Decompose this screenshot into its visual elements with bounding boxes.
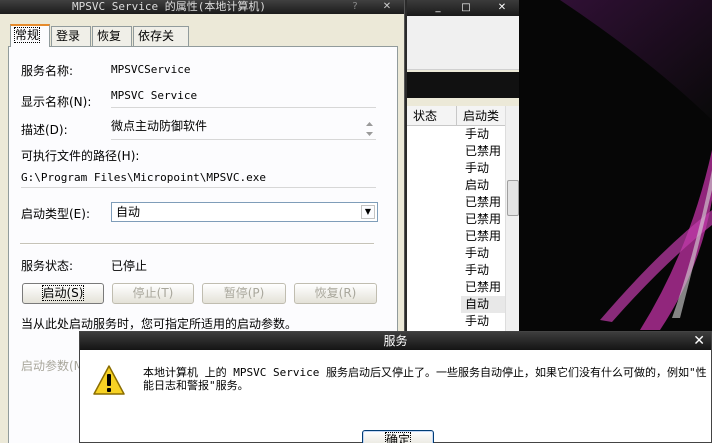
startup-type-select[interactable]: 自动 ▼ [111,202,378,222]
startup-type-label: 启动类型(E): [21,207,90,221]
message-box-body: 本地计算机 上的 MPSVC Service 服务启动后又停止了。一些服务自动停… [80,350,711,443]
column-header-startup-type[interactable]: 启动类 [457,106,507,126]
stop-button[interactable]: 停止(T) [112,283,194,304]
resume-button[interactable]: 恢复(R) [294,283,377,304]
service-name-label: 服务名称: [21,64,74,78]
exe-path-field: G:\Program Files\Micropoint\MPSVC.exe [21,168,376,188]
tab-label: 登录 [56,29,81,43]
services-header-strip [407,72,519,98]
dialog-title: MPSVC Service 的属性(本地计算机) [0,0,404,14]
tab-label: 常规 [13,27,41,43]
services-window: _ □ ✕ 状态 启动类 ▲ 手动 已禁用 手动 启动 已禁用 已禁用 已禁用 … [405,0,519,336]
resume-button-label: 恢复(R) [314,286,357,300]
display-name-label: 显示名称(N): [21,95,92,109]
list-item[interactable]: 手动 [461,313,507,330]
display-name-field[interactable]: MPSVC Service [111,88,376,108]
list-item[interactable]: 手动 [461,245,507,262]
chevron-down-icon[interactable]: ▼ [361,205,375,219]
tab-recovery[interactable]: 恢复 [92,26,132,46]
divider [20,243,374,245]
minimize-icon[interactable]: _ [429,1,447,15]
list-item[interactable]: 已禁用 [461,228,507,245]
pause-button-label: 暂停(P) [223,286,265,300]
start-params-hint: 当从此处启动服务时，您可指定所适用的启动参数。 [21,317,298,331]
service-name-value: MPSVCService [111,63,191,76]
warning-icon [93,365,125,395]
exe-path-value: G:\Program Files\Micropoint\MPSVC.exe [21,171,267,184]
description-label: 描述(D): [21,123,68,137]
ok-button-label: 确定 [384,432,412,443]
services-scrollbar[interactable] [505,106,519,336]
list-item[interactable]: 已禁用 [461,211,507,228]
close-icon[interactable]: ✕ [693,332,705,350]
tab-general[interactable]: 常规 [10,24,50,47]
list-item[interactable]: 已禁用 [461,143,507,160]
list-item[interactable]: 手动 [461,126,507,143]
close-icon[interactable]: ✕ [493,1,511,15]
message-box: 服务 ✕ 本地计算机 上的 MPSVC Service 服务启动后又停止了。一些… [79,331,712,443]
scrollbar-thumb[interactable] [507,180,519,216]
services-titlebar: _ □ ✕ [407,0,519,16]
list-item-selected[interactable]: 自动 [461,296,507,313]
list-item[interactable]: 已禁用 [461,279,507,296]
help-icon[interactable]: ? [346,0,364,14]
pause-button[interactable]: 暂停(P) [202,283,286,304]
list-item[interactable]: 手动 [461,262,507,279]
startup-type-value: 自动 [116,205,141,219]
display-name-value: MPSVC Service [111,89,198,102]
stop-button-label: 停止(T) [132,286,174,300]
list-item[interactable]: 手动 [461,160,507,177]
services-list[interactable]: 状态 启动类 ▲ 手动 已禁用 手动 启动 已禁用 已禁用 已禁用 手动 手动 … [407,106,519,336]
message-box-title: 服务 [80,332,711,350]
message-text: 本地计算机 上的 MPSVC Service 服务启动后又停止了。一些服务自动停… [143,366,707,392]
tab-dependencies[interactable]: 依存关系 [133,26,189,61]
services-toolbar [407,16,519,70]
list-item[interactable]: 已禁用 [461,194,507,211]
start-button-label: 启动(S) [41,285,85,301]
maximize-icon[interactable]: □ [457,1,475,15]
description-value: 微点主动防御软件 [111,119,208,133]
description-field[interactable]: 微点主动防御软件 [111,116,376,140]
exe-path-label: 可执行文件的路径(H): [21,149,140,163]
tab-label: 恢复 [97,29,122,43]
status-label: 服务状态: [21,259,74,273]
start-button[interactable]: 启动(S) [22,283,104,304]
description-scrollbar[interactable] [363,119,376,139]
tab-logon[interactable]: 登录 [51,26,91,46]
status-value: 已停止 [111,259,148,273]
column-header-status[interactable]: 状态 [407,106,457,126]
list-item[interactable]: 启动 [461,177,507,194]
close-icon[interactable]: ✕ [378,0,396,14]
ok-button[interactable]: 确定 [362,430,434,443]
